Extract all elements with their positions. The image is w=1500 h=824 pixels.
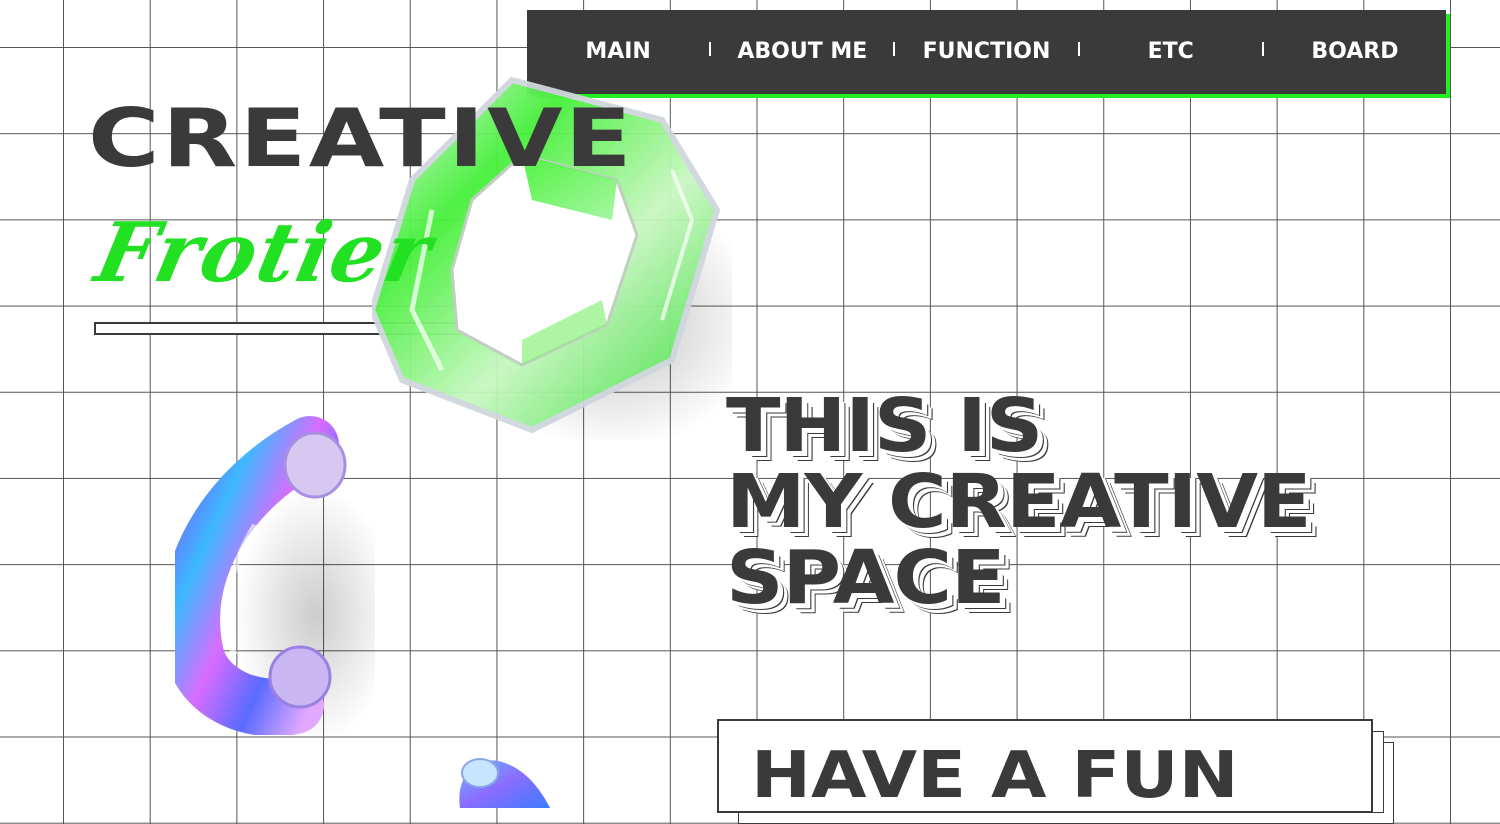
holographic-curve-icon — [162, 415, 395, 745]
nav-item-etc[interactable]: ETC — [1080, 10, 1262, 94]
fun-box: HAVE A FUN — [717, 719, 1373, 813]
holographic-blob-icon — [450, 748, 560, 808]
nav-item-about-me[interactable]: ABOUT ME — [711, 10, 893, 94]
hero-script-subtitle: Frotier — [87, 205, 442, 301]
fun-box-text: HAVE A FUN — [751, 739, 1239, 813]
nav-item-function[interactable]: FUNCTION — [895, 10, 1077, 94]
hero-title: CREATIVE — [88, 92, 635, 185]
headline-line-3: SPACE — [726, 535, 1006, 621]
nav-item-board[interactable]: BOARD — [1264, 10, 1446, 94]
headline-line-2: MY CREATIVE — [726, 459, 1312, 545]
creative-space-headline: THIS IS MY CREATIVE SPACE — [726, 383, 1312, 621]
headline-line-1: THIS IS — [726, 383, 1043, 469]
